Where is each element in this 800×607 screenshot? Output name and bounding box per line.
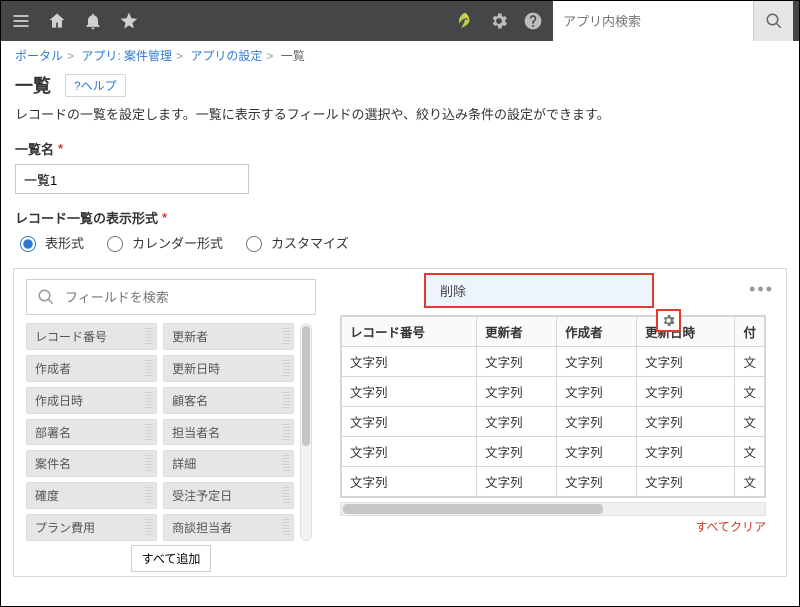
field-search-input[interactable] bbox=[63, 289, 305, 306]
delete-menu-item[interactable]: 削除 bbox=[426, 275, 652, 306]
column-gear-icon[interactable] bbox=[656, 309, 681, 332]
preview-col-header[interactable]: 作成者 bbox=[557, 317, 637, 347]
field-item[interactable]: 担当者名 bbox=[163, 419, 294, 446]
preview-cell: 文字列 bbox=[637, 407, 735, 437]
crumb-current: 一覧 bbox=[281, 49, 305, 63]
field-list-scrollbar[interactable] bbox=[300, 323, 312, 541]
table-row: 文字列文字列文字列文字列文 bbox=[342, 467, 765, 497]
field-item[interactable]: 更新日時 bbox=[163, 355, 294, 382]
preview-cell: 文字列 bbox=[477, 377, 557, 407]
preview-cell: 文字列 bbox=[342, 407, 477, 437]
radio-table-label: 表形式 bbox=[45, 233, 84, 252]
preview-col-header[interactable]: 付 bbox=[735, 317, 765, 347]
breadcrumb: ポータル> アプリ: 案件管理> アプリの設定> 一覧 bbox=[1, 41, 799, 68]
preview-cell: 文 bbox=[735, 467, 765, 497]
gear-icon[interactable] bbox=[489, 11, 509, 31]
required-mark: * bbox=[162, 210, 167, 225]
preview-cell: 文 bbox=[735, 437, 765, 467]
field-item[interactable]: レコード番号 bbox=[26, 323, 157, 350]
table-row: 文字列文字列文字列文字列文 bbox=[342, 347, 765, 377]
field-item[interactable]: 部署名 bbox=[26, 419, 157, 446]
display-type-label: レコード一覧の表示形式 bbox=[15, 208, 158, 227]
crumb-app[interactable]: アプリ: 案件管理 bbox=[81, 49, 172, 63]
table-row: 文字列文字列文字列文字列文 bbox=[342, 377, 765, 407]
help-icon[interactable] bbox=[523, 11, 543, 31]
global-search-input[interactable] bbox=[553, 1, 753, 41]
field-item[interactable]: 作成者 bbox=[26, 355, 157, 382]
preview-cell: 文字列 bbox=[557, 377, 637, 407]
preview-cell: 文 bbox=[735, 377, 765, 407]
preview-cell: 文字列 bbox=[477, 467, 557, 497]
preview-cell: 文字列 bbox=[557, 407, 637, 437]
search-icon bbox=[37, 288, 55, 306]
field-item[interactable]: プラン費用 bbox=[26, 514, 157, 541]
radio-custom[interactable]: カスタマイズ bbox=[241, 233, 349, 252]
preview-cell: 文字列 bbox=[557, 347, 637, 377]
global-search bbox=[553, 1, 793, 41]
preview-cell: 文 bbox=[735, 347, 765, 377]
top-toolbar bbox=[1, 1, 799, 41]
list-name-label: 一覧名 bbox=[15, 139, 54, 158]
clear-all-link[interactable]: すべてクリア bbox=[695, 520, 766, 534]
bell-icon[interactable] bbox=[83, 11, 103, 31]
radio-custom-label: カスタマイズ bbox=[271, 233, 349, 252]
field-item[interactable]: 顧客名 bbox=[163, 387, 294, 414]
field-item[interactable]: 商談担当者 bbox=[163, 514, 294, 541]
star-icon[interactable] bbox=[119, 11, 139, 31]
global-search-button[interactable] bbox=[753, 1, 793, 41]
field-item[interactable]: 案件名 bbox=[26, 450, 157, 477]
help-link[interactable]: ?ヘルプ bbox=[65, 74, 126, 97]
preview-cell: 文字列 bbox=[342, 377, 477, 407]
preview-col-header[interactable]: 更新日時 bbox=[637, 317, 735, 347]
table-row: 文字列文字列文字列文字列文 bbox=[342, 407, 765, 437]
page-title: 一覧 bbox=[15, 72, 51, 98]
preview-cell: 文字列 bbox=[342, 437, 477, 467]
preview-col-header[interactable]: 更新者 bbox=[477, 317, 557, 347]
hamburger-icon[interactable] bbox=[11, 11, 31, 31]
field-item[interactable]: 受注予定日 bbox=[163, 482, 294, 509]
field-item[interactable]: 確度 bbox=[26, 482, 157, 509]
preview-cell: 文字列 bbox=[637, 437, 735, 467]
column-menu-popup: 削除 bbox=[424, 273, 654, 308]
home-icon[interactable] bbox=[47, 11, 67, 31]
preview-cell: 文字列 bbox=[477, 437, 557, 467]
field-search bbox=[26, 279, 316, 315]
preview-cell: 文字列 bbox=[557, 437, 637, 467]
radio-calendar-label: カレンダー形式 bbox=[132, 233, 223, 252]
add-all-button[interactable]: すべて追加 bbox=[131, 545, 212, 572]
required-mark: * bbox=[58, 141, 63, 156]
crumb-portal[interactable]: ポータル bbox=[15, 49, 63, 63]
preview-cell: 文字列 bbox=[477, 347, 557, 377]
list-name-input[interactable] bbox=[15, 164, 249, 194]
preview-cell: 文字列 bbox=[637, 467, 735, 497]
field-item[interactable]: 詳細 bbox=[163, 450, 294, 477]
preview-cell: 文字列 bbox=[342, 347, 477, 377]
preview-h-scrollbar[interactable] bbox=[340, 502, 766, 516]
preview-table: レコード番号更新者作成者更新日時付 文字列文字列文字列文字列文文字列文字列文字列… bbox=[341, 316, 765, 497]
preview-cell: 文字列 bbox=[342, 467, 477, 497]
builder-panel: ••• レコード番号作成者作成日時部署名案件名確度プラン費用 更新者更新日時顧客… bbox=[13, 268, 787, 577]
leaf-icon bbox=[455, 11, 475, 31]
preview-cell: 文字列 bbox=[637, 347, 735, 377]
crumb-settings[interactable]: アプリの設定 bbox=[190, 49, 262, 63]
field-item[interactable]: 更新者 bbox=[163, 323, 294, 350]
preview-cell: 文 bbox=[735, 407, 765, 437]
page-description: レコードの一覧を設定します。一覧に表示するフィールドの選択や、絞り込み条件の設定… bbox=[1, 104, 799, 135]
preview-cell: 文字列 bbox=[637, 377, 735, 407]
radio-calendar[interactable]: カレンダー形式 bbox=[102, 233, 223, 252]
radio-table[interactable]: 表形式 bbox=[15, 233, 84, 252]
preview-cell: 文字列 bbox=[477, 407, 557, 437]
table-row: 文字列文字列文字列文字列文 bbox=[342, 437, 765, 467]
preview-cell: 文字列 bbox=[557, 467, 637, 497]
field-item[interactable]: 作成日時 bbox=[26, 387, 157, 414]
preview-col-header[interactable]: レコード番号 bbox=[342, 317, 477, 347]
